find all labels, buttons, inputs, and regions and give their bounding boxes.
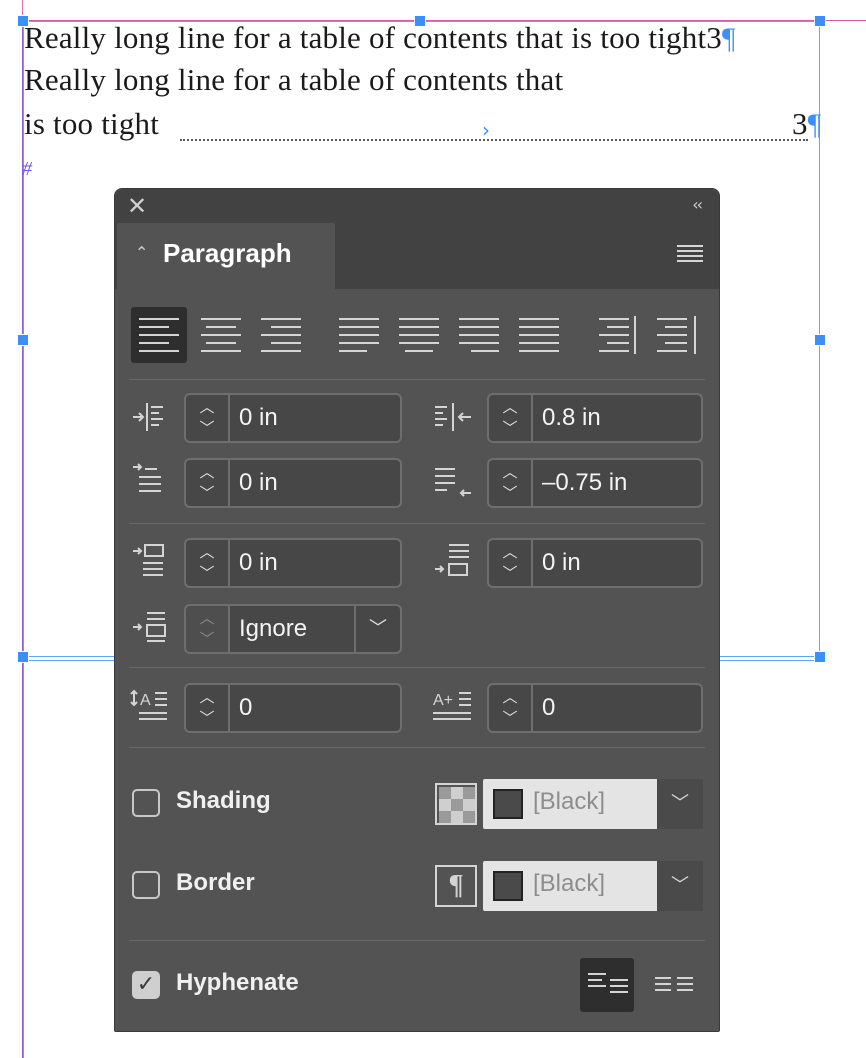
right-indent-input[interactable]: 0.8 in — [531, 393, 703, 443]
space-before-icon — [129, 539, 173, 583]
justify-all-icon — [519, 318, 559, 352]
close-icon[interactable]: ✕ — [127, 193, 147, 219]
align-away-from-spine-button[interactable] — [649, 307, 705, 363]
divider — [129, 523, 705, 524]
divider — [129, 667, 705, 668]
swatch-color-chip — [493, 871, 523, 901]
drop-cap-characters-icon: A+ — [431, 683, 475, 727]
toc-line-3[interactable]: is too tight — [24, 106, 159, 142]
chevron-down-icon[interactable]: ﹀ — [657, 861, 703, 911]
paragraph-border-icon[interactable]: ¶ — [435, 865, 477, 907]
left-indent-icon — [129, 395, 173, 439]
collapse-icon[interactable]: ‹‹ — [692, 195, 703, 214]
border-color-select[interactable]: [Black] ﹀ — [483, 861, 703, 911]
align-left-button[interactable] — [131, 307, 187, 363]
align-to-baseline-grid-button[interactable] — [647, 958, 701, 1012]
left-indent-input[interactable]: 0 in — [228, 393, 402, 443]
align-to-grid-select[interactable]: Ignore — [228, 604, 356, 654]
align-toward-spine-button[interactable] — [589, 307, 645, 363]
frame-handle-bottom-left[interactable] — [17, 651, 29, 663]
swatch-color-chip — [493, 789, 523, 819]
align-toward-spine-icon — [599, 316, 636, 354]
shading-tint-icon[interactable] — [435, 783, 477, 825]
first-line-indent-input[interactable]: 0 in — [228, 458, 402, 508]
end-of-story-mark: # — [22, 158, 32, 180]
frame-handle-middle-right[interactable] — [814, 334, 826, 346]
drop-cap-lines-icon: A — [129, 683, 173, 727]
frame-handle-middle-left[interactable] — [17, 334, 29, 346]
align-left-icon — [139, 318, 179, 352]
align-center-icon — [201, 318, 241, 352]
svg-text:A: A — [140, 692, 151, 709]
hyphenate-label: Hyphenate — [176, 969, 299, 996]
toc-line-3-text: is too tight — [24, 106, 160, 141]
space-before-stepper[interactable]: ︿ ﹀ — [184, 538, 228, 588]
toc-line-1-text: Really long line for a table of contents… — [24, 20, 707, 55]
tab-paragraph[interactable]: ⌃ Paragraph — [117, 223, 335, 289]
left-indent-stepper[interactable]: ︿ ﹀ — [184, 393, 228, 443]
shading-label: Shading — [176, 787, 271, 814]
frame-handle-top-right[interactable] — [814, 15, 826, 27]
align-center-button[interactable] — [193, 307, 249, 363]
shading-checkbox[interactable] — [132, 789, 160, 817]
align-to-grid-stepper: ︿ ﹀ — [184, 604, 228, 654]
frame-handle-bottom-right[interactable] — [814, 651, 826, 663]
last-line-right-indent-input[interactable]: –0.75 in — [531, 458, 703, 508]
border-checkbox[interactable] — [132, 871, 160, 899]
toc-line-2-text: Really long line for a table of contents… — [24, 62, 564, 97]
drop-cap-characters-stepper[interactable]: ︿ ﹀ — [487, 683, 531, 733]
chevron-down-icon[interactable]: ﹀ — [657, 779, 703, 829]
align-away-from-spine-icon — [657, 316, 696, 354]
drop-cap-characters-input[interactable]: 0 — [531, 683, 703, 733]
justify-left-icon — [339, 318, 379, 352]
last-line-right-indent-icon — [431, 459, 475, 503]
justify-all-button[interactable] — [511, 307, 567, 363]
border-label: Border — [176, 869, 255, 896]
pilcrow-mark-2: ¶ — [807, 108, 822, 141]
do-not-align-to-baseline-grid-button[interactable] — [580, 958, 634, 1012]
first-line-indent-icon — [129, 459, 173, 503]
border-color-value: [Black] — [533, 870, 606, 897]
svg-text:A+: A+ — [433, 692, 453, 709]
panel-menu-icon[interactable] — [677, 245, 703, 265]
toc-line-1-page: 3 — [706, 20, 722, 55]
hyphenate-checkbox[interactable]: ✓ — [132, 971, 160, 999]
align-right-button[interactable] — [253, 307, 309, 363]
panel-tabstrip: ⌃ Paragraph — [115, 223, 719, 289]
justify-right-button[interactable] — [451, 307, 507, 363]
last-line-right-indent-stepper[interactable]: ︿ ﹀ — [487, 458, 531, 508]
panel-title: Paragraph — [163, 238, 292, 268]
tab-leader-dots — [180, 139, 808, 141]
pilcrow-mark: ¶ — [721, 22, 736, 55]
right-indent-stepper[interactable]: ︿ ﹀ — [487, 393, 531, 443]
first-line-indent-stepper[interactable]: ︿ ﹀ — [184, 458, 228, 508]
divider — [129, 747, 705, 748]
toc-line-3-page: 3 — [792, 106, 808, 141]
chevron-down-icon[interactable]: ﹀ — [356, 604, 402, 654]
updown-chevron-icon[interactable]: ⌃ — [135, 243, 148, 262]
justify-center-icon — [399, 318, 439, 352]
divider — [129, 940, 705, 941]
right-indent-icon — [431, 395, 475, 439]
drop-cap-lines-stepper[interactable]: ︿ ﹀ — [184, 683, 228, 733]
shading-color-value: [Black] — [533, 788, 606, 815]
justify-center-button[interactable] — [391, 307, 447, 363]
toc-line-1[interactable]: Really long line for a table of contents… — [24, 20, 736, 56]
divider — [129, 379, 705, 380]
space-after-icon — [431, 539, 475, 583]
space-before-input[interactable]: 0 in — [228, 538, 402, 588]
space-after-input[interactable]: 0 in — [531, 538, 703, 588]
shading-color-select[interactable]: [Black] ﹀ — [483, 779, 703, 829]
justify-right-icon — [459, 318, 499, 352]
space-after-stepper[interactable]: ︿ ﹀ — [487, 538, 531, 588]
align-to-grid-icon — [129, 605, 173, 649]
toc-line-2[interactable]: Really long line for a table of contents… — [24, 62, 563, 98]
toc-line-3-page-wrap: 3¶ — [792, 106, 822, 142]
tab-marker-icon: › — [482, 118, 490, 142]
panel-titlebar[interactable]: ✕ ‹‹ — [115, 189, 719, 223]
drop-cap-lines-input[interactable]: 0 — [228, 683, 402, 733]
justify-left-button[interactable] — [331, 307, 387, 363]
align-right-icon — [261, 318, 301, 352]
paragraph-panel: ✕ ‹‹ ⌃ Paragraph ︿ ﹀ 0 in ︿ ﹀ 0.8 in ︿ ﹀ 0 … — [114, 188, 720, 1032]
